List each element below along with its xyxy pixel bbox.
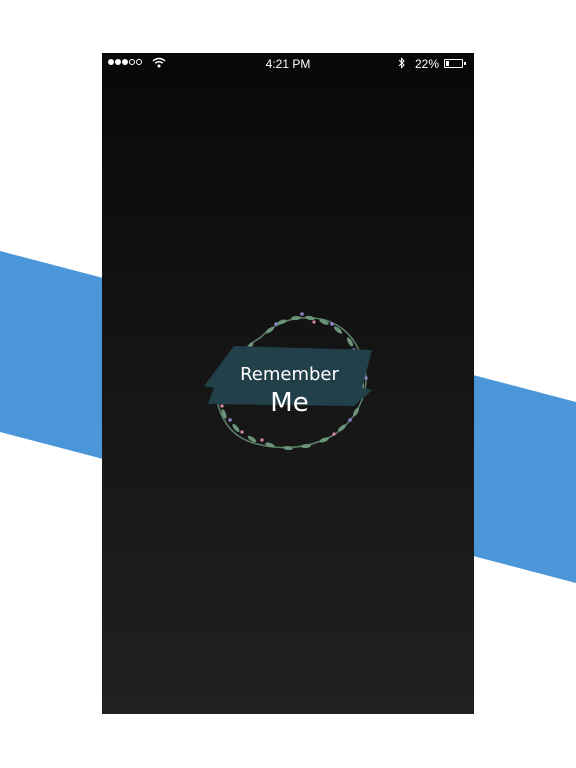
status-bar: 4:21 PM 22% — [102, 53, 474, 75]
battery-percentage: 22% — [415, 57, 440, 71]
battery-icon — [444, 59, 463, 68]
battery-terminal — [464, 62, 466, 65]
logo-title-line1: Remember — [240, 364, 339, 385]
battery-level — [446, 61, 449, 66]
phone-screen: 4:21 PM 22% Remember Me — [102, 53, 474, 714]
logo-title-line2: Me — [270, 388, 309, 418]
app-logo: Remember Me — [202, 308, 377, 458]
bluetooth-icon — [398, 57, 405, 69]
